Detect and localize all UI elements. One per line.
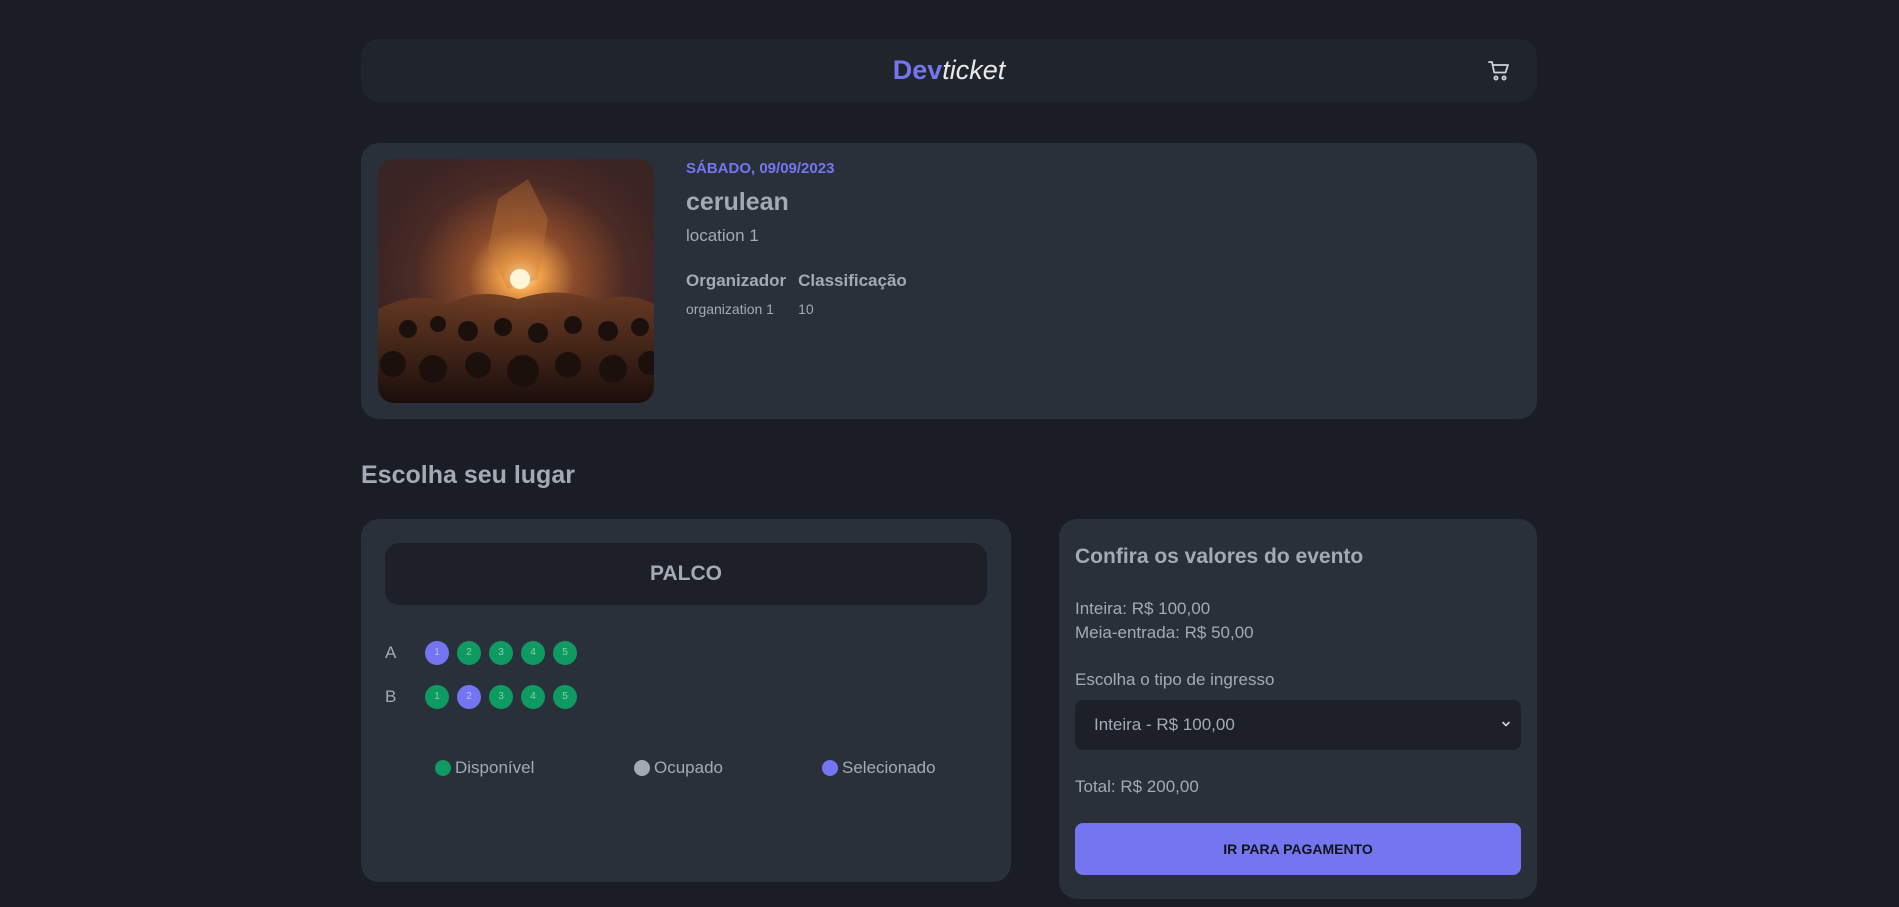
logo-dev-text: Dev [892, 55, 943, 85]
legend-available: Disponível [435, 758, 534, 778]
price-full: Inteira: R$ 100,00 [1075, 599, 1211, 618]
seat[interactable]: 5 [553, 641, 577, 665]
rating-label: Classificação [798, 271, 907, 290]
legend-occupied-label: Ocupado [654, 758, 723, 777]
rating-value: 10 [798, 301, 814, 317]
legend-selected: Selecionado [822, 758, 936, 778]
event-card: SÁBADO, 09/09/2023 cerulean location 1 O… [361, 143, 1537, 419]
row-label: A [385, 643, 397, 662]
page-container: Devticket SÁBADO, 09/09/2023 cerulean lo… [361, 39, 1537, 899]
occupied-dot-icon [634, 760, 650, 776]
price-half: Meia-entrada: R$ 50,00 [1075, 623, 1254, 642]
event-image [378, 159, 654, 403]
event-date: SÁBADO, 09/09/2023 [686, 160, 835, 177]
event-location: location 1 [686, 226, 759, 245]
header-bar: Devticket [361, 39, 1537, 102]
prices-title: Confira os valores do evento [1075, 545, 1364, 568]
go-to-payment-button[interactable]: IR PARA PAGAMENTO [1075, 823, 1521, 875]
organizer-label: Organizador [686, 271, 787, 290]
seat[interactable]: 1 [425, 685, 449, 709]
chevron-down-icon [1502, 721, 1510, 727]
seat-legend: Disponível Ocupado Selecionado [361, 758, 1011, 778]
legend-selected-label: Selecionado [842, 758, 936, 777]
seat[interactable]: 4 [521, 641, 545, 665]
event-info: SÁBADO, 09/09/2023 cerulean location 1 O… [686, 160, 907, 317]
ticket-type-label: Escolha o tipo de ingresso [1075, 670, 1275, 689]
concert-image [378, 159, 654, 403]
event-name: cerulean [686, 188, 789, 216]
selected-dot-icon [822, 760, 838, 776]
cart-icon[interactable] [1487, 59, 1511, 83]
legend-available-label: Disponível [455, 758, 535, 777]
seat[interactable]: 1 [425, 641, 449, 665]
seat[interactable]: 3 [489, 685, 513, 709]
total-amount: Total: R$ 200,00 [1075, 777, 1199, 796]
seat-row-b: B 1 2 3 4 5 [385, 684, 585, 710]
logo[interactable]: Devticket [361, 54, 1537, 86]
event-meta: Organizador organization 1 Classificação… [686, 271, 907, 317]
organizer-column: Organizador organization 1 [686, 271, 786, 317]
prices-panel: Confira os valores do evento Inteira: R$… [1059, 519, 1537, 899]
organizer-value: organization 1 [686, 301, 774, 317]
section-title: Escolha seu lugar [361, 461, 575, 489]
seat[interactable]: 2 [457, 685, 481, 709]
ticket-type-value: Inteira - R$ 100,00 [1094, 715, 1235, 734]
stage-label: PALCO [385, 543, 987, 605]
seat-row-a: A 1 2 3 4 5 [385, 640, 585, 666]
logo-ticket-text: ticket [942, 55, 1006, 85]
seat-map-panel: PALCO A 1 2 3 4 5 B 1 2 3 4 5 Disponível… [361, 519, 1011, 882]
ticket-type-select[interactable]: Inteira - R$ 100,00 [1075, 700, 1521, 750]
seat[interactable]: 4 [521, 685, 545, 709]
available-dot-icon [435, 760, 451, 776]
seat[interactable]: 5 [553, 685, 577, 709]
row-label: B [385, 687, 397, 706]
seat[interactable]: 2 [457, 641, 481, 665]
rating-column: Classificação 10 [798, 271, 907, 317]
legend-occupied: Ocupado [634, 758, 723, 778]
seat[interactable]: 3 [489, 641, 513, 665]
